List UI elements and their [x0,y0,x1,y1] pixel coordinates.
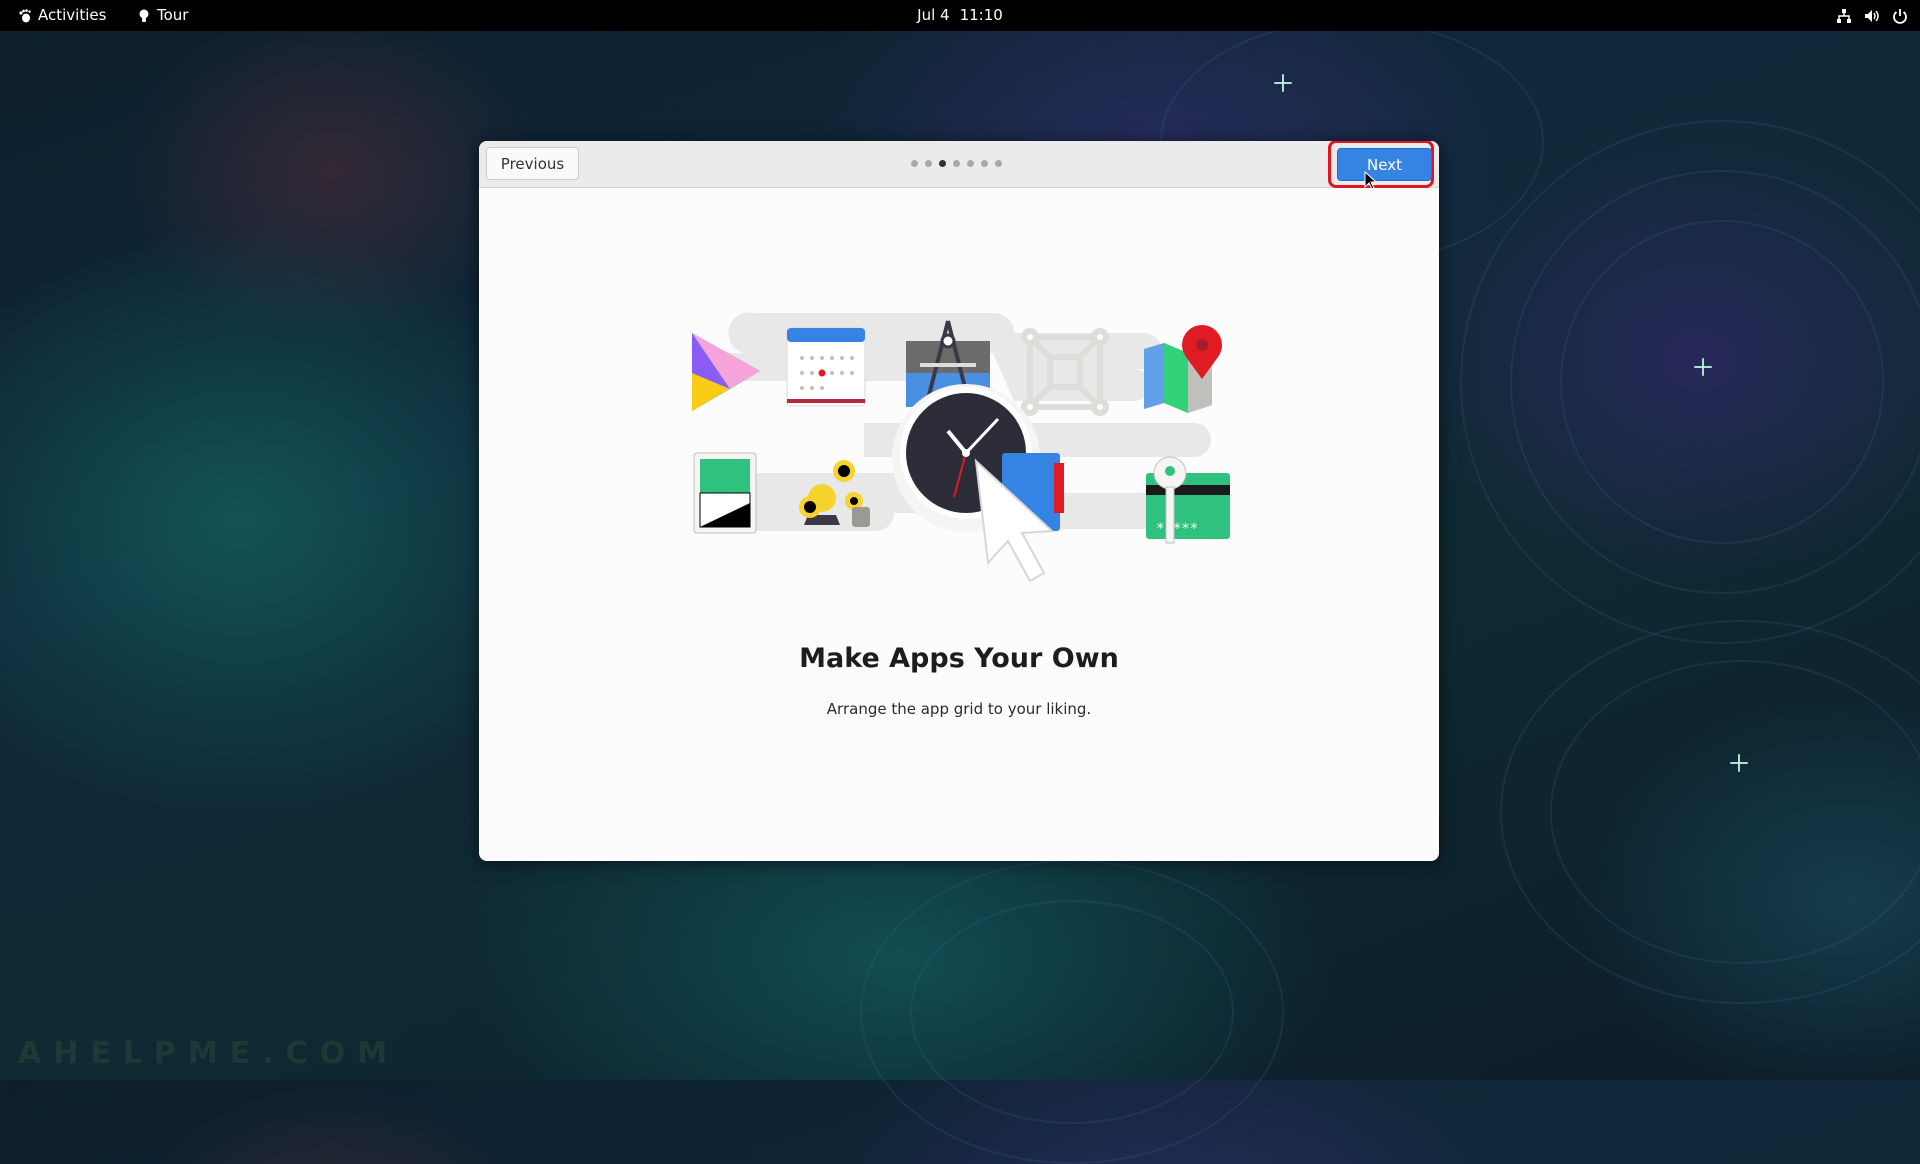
watermark: AHELPME.COM [18,1036,400,1071]
page-dot[interactable] [953,160,960,167]
tour-app-menu[interactable]: Tour [138,0,188,31]
date-label[interactable]: Jul 4 [917,0,949,31]
app-grid-illustration: ***** [692,312,1230,583]
activities-label: Activities [38,6,107,24]
time-label[interactable]: 11:10 [960,0,1003,31]
lightbulb-icon [139,9,149,22]
volume-icon [1865,9,1879,22]
next-button[interactable]: Next [1337,148,1432,181]
tour-window: Previous Next ***** Make Apps Your Own A… [479,141,1439,861]
page-dot[interactable] [967,160,974,167]
top-bar: Activities Tour Jul 4 11:10 [0,0,1920,31]
page-dot[interactable] [981,160,988,167]
previous-button[interactable]: Previous [486,147,579,180]
svg-text:*****: ***** [1156,521,1198,537]
calendar-app-icon [786,327,866,407]
power-icon [1893,8,1907,24]
page-dot[interactable] [925,160,932,167]
gnome-foot-icon [19,8,31,22]
color-app-icon [693,452,757,534]
activities-button[interactable]: Activities [18,0,106,31]
passwords-app-icon: ***** [1146,456,1230,544]
system-tray[interactable] [1836,0,1908,31]
page-dot[interactable] [911,160,918,167]
network-icon [1837,8,1851,23]
header-bar: Previous Next [479,141,1439,188]
page-indicator [911,160,1002,167]
page-dot-active[interactable] [939,160,946,167]
clock: Jul 4 11:10 [0,0,1920,31]
page-subtitle: Arrange the app grid to your liking. [826,700,1092,718]
tour-label: Tour [157,6,189,24]
page-dot[interactable] [995,160,1002,167]
page-title: Make Apps Your Own [799,643,1119,674]
mouse-cursor-icon [1364,171,1378,190]
